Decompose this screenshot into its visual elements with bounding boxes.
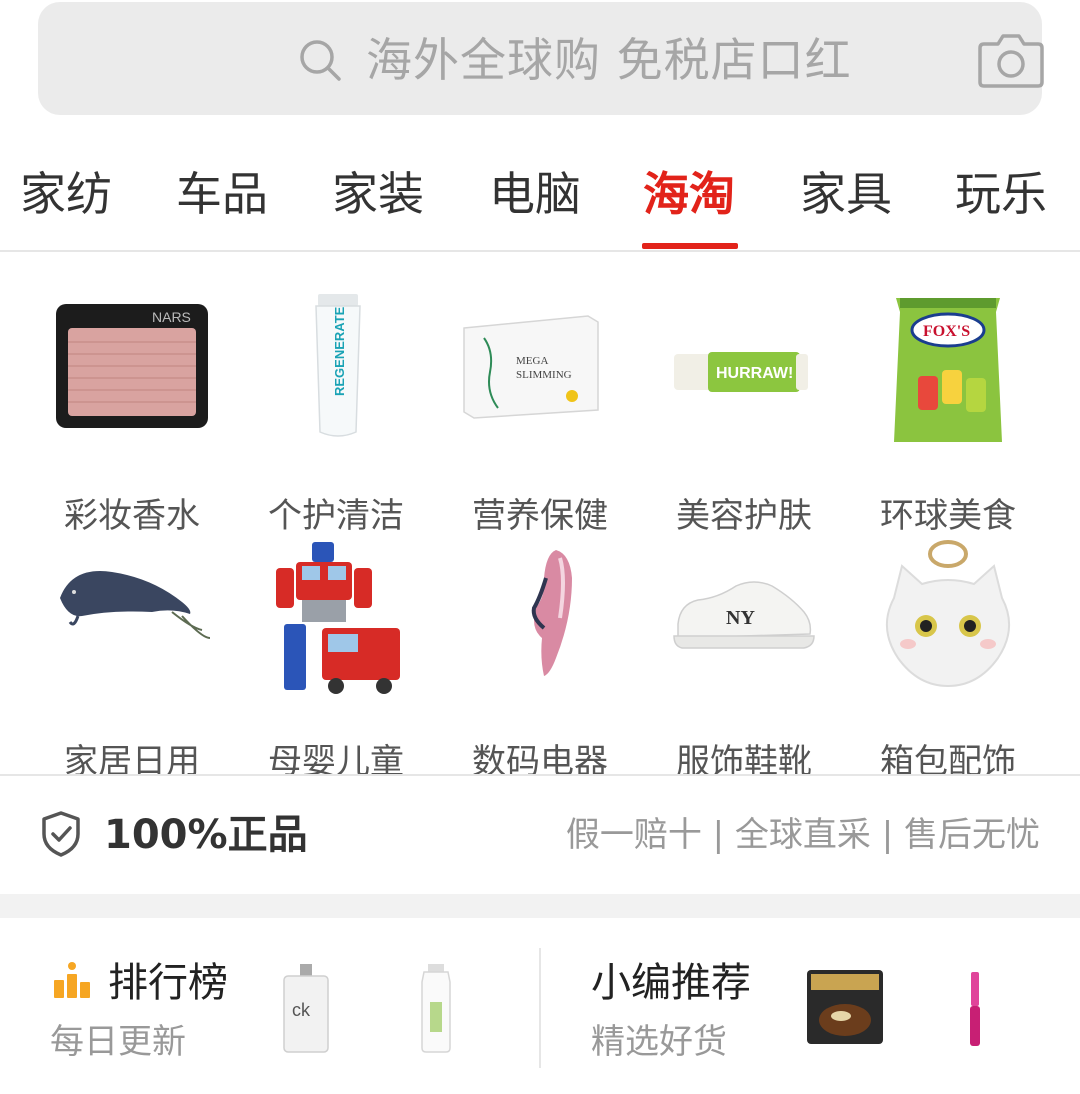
category-digital[interactable]: 数码电器 xyxy=(438,538,642,782)
category-global-food[interactable]: FOX'S 环球美食 xyxy=(846,292,1050,536)
plush-keychain-image xyxy=(885,540,1011,688)
candy-bag-image: FOX'S xyxy=(894,298,1002,442)
category-grid: NARS 彩妆香水 REGENERATE 个护清洁 MEGA SLIMMING … xyxy=(0,252,1080,782)
fish-image xyxy=(60,571,211,639)
tab-chepin[interactable]: 车品 xyxy=(176,164,268,224)
svg-text:SLIMMING: SLIMMING xyxy=(516,369,572,381)
authenticity-title: 100%正品 xyxy=(104,812,308,858)
lip-balm-image: HURRAW! xyxy=(674,352,808,392)
editor-picks-card[interactable]: 小编推荐 精选好货 xyxy=(541,918,1080,1094)
tab-haitao[interactable]: 海淘 xyxy=(643,164,735,224)
ranking-title: 排行榜 xyxy=(108,960,228,1006)
ranking-bars-icon xyxy=(54,962,90,998)
tab-jiaju[interactable]: 家具 xyxy=(800,164,892,224)
category-baby-kids[interactable]: 母婴儿童 xyxy=(234,538,438,782)
svg-text:NARS: NARS xyxy=(152,309,191,325)
category-home-daily[interactable]: 家居日用 xyxy=(30,538,234,782)
mascara-image xyxy=(970,972,980,1046)
robot-toy-image xyxy=(276,542,400,694)
category-cosmetics[interactable]: NARS 彩妆香水 xyxy=(30,292,234,536)
cream-tube-image: REGENERATE xyxy=(315,294,361,437)
section-gap xyxy=(0,894,1080,918)
category-label: 环球美食 xyxy=(880,496,1016,536)
authenticity-banner: 100%正品 假一赔十 | 全球直采 | 售后无忧 xyxy=(0,776,1080,894)
category-personal-care[interactable]: REGENERATE 个护清洁 xyxy=(234,292,438,536)
active-tab-indicator xyxy=(642,243,738,249)
category-tabs: 家纺 车品 家装 电脑 海淘 家具 玩乐 xyxy=(0,150,1080,250)
authenticity-tagline: 假一赔十 | 全球直采 | 售后无忧 xyxy=(565,815,1040,855)
category-label: 营养保健 xyxy=(472,496,608,536)
tab-diannao[interactable]: 电脑 xyxy=(489,164,581,224)
search-icon xyxy=(300,40,341,81)
ck-perfume-image: ck xyxy=(283,964,329,1053)
lotion-bottle-image xyxy=(421,964,451,1053)
editor-picks-subtitle: 精选好货 xyxy=(591,1022,727,1062)
search-placeholder: 海外全球购 免税店口红 xyxy=(366,33,852,87)
category-label: 美容护肤 xyxy=(676,496,812,536)
category-bags-accessories[interactable]: 箱包配饰 xyxy=(846,538,1050,782)
svg-text:HURRAW!: HURRAW! xyxy=(716,365,793,382)
ranking-card[interactable]: 排行榜 每日更新 ck xyxy=(0,918,539,1094)
sneaker-image: NY xyxy=(673,581,815,649)
editor-picks-title: 小编推荐 xyxy=(591,960,751,1006)
category-apparel-shoes[interactable]: NY 服饰鞋靴 xyxy=(642,538,846,782)
tab-jiazhuang[interactable]: 家装 xyxy=(332,164,424,224)
tab-wanle[interactable]: 玩乐 xyxy=(955,164,1047,224)
blush-compact-image: NARS xyxy=(56,304,208,428)
category-nutrition[interactable]: MEGA SLIMMING 营养保健 xyxy=(438,292,642,536)
ranking-subtitle: 每日更新 xyxy=(50,1022,186,1062)
svg-text:ck: ck xyxy=(292,1000,311,1020)
category-label: 个护清洁 xyxy=(268,496,404,536)
category-label: 彩妆香水 xyxy=(64,496,200,536)
tab-jiafang[interactable]: 家纺 xyxy=(20,164,112,224)
noodle-pack-image xyxy=(807,970,883,1044)
slimming-box-image: MEGA SLIMMING xyxy=(463,315,599,419)
gadget-image xyxy=(531,550,572,676)
search-bar[interactable]: 海外全球购 免税店口红 xyxy=(38,2,1044,115)
svg-text:REGENERATE: REGENERATE xyxy=(332,306,347,396)
svg-text:NY: NY xyxy=(726,607,755,629)
camera-icon[interactable] xyxy=(976,28,1046,92)
shield-check-icon xyxy=(42,811,80,857)
category-skincare[interactable]: HURRAW! 美容护肤 xyxy=(642,292,846,536)
svg-text:MEGA: MEGA xyxy=(516,355,548,367)
svg-text:FOX'S: FOX'S xyxy=(923,323,970,340)
